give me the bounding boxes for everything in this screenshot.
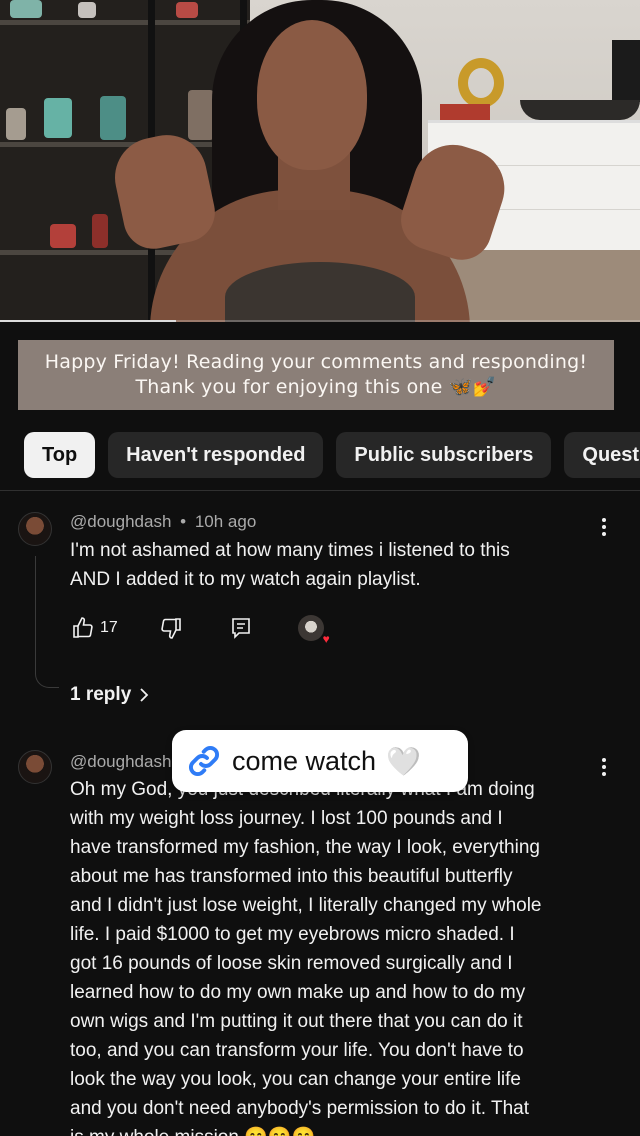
comment-line: learned how to do my own make up and how… bbox=[70, 982, 526, 1003]
gold-vase bbox=[458, 58, 504, 108]
books bbox=[440, 104, 490, 120]
link-icon bbox=[189, 746, 219, 776]
comment-text: Oh my God, you just described literally … bbox=[70, 775, 620, 1136]
banner-line-1: Happy Friday! Reading your comments and … bbox=[44, 351, 588, 373]
comment-text: I'm not ashamed at how many times i list… bbox=[70, 536, 610, 594]
filter-chip-top[interactable]: Top bbox=[24, 432, 96, 478]
video-progress-fill bbox=[0, 320, 176, 322]
more-options-icon[interactable] bbox=[600, 758, 608, 776]
comment-line: about me has transformed into this beaut… bbox=[70, 866, 513, 887]
thumbs-up-icon[interactable] bbox=[70, 615, 96, 641]
thumbs-down-icon[interactable] bbox=[158, 615, 184, 641]
avatar[interactable] bbox=[18, 512, 52, 546]
comment-line: have transformed my fashion, the way I l… bbox=[70, 837, 540, 858]
comment-meta: @doughdash bbox=[70, 752, 171, 772]
view-replies-button[interactable]: 1 reply bbox=[70, 684, 149, 706]
wall-frame bbox=[612, 40, 640, 102]
comment-line: I'm not ashamed at how many times i list… bbox=[70, 540, 510, 561]
comment-author[interactable]: @doughdash bbox=[70, 752, 171, 771]
bowl bbox=[520, 100, 640, 120]
comment-author[interactable]: @doughdash bbox=[70, 512, 171, 531]
like-count: 17 bbox=[100, 619, 118, 636]
come-watch-link-sticker[interactable]: come watch 🤍 bbox=[172, 730, 468, 792]
filter-chip-havent-responded[interactable]: Haven't responded bbox=[108, 432, 324, 478]
meta-separator: • bbox=[180, 512, 187, 531]
comment-line: look the way you look, you can change yo… bbox=[70, 1069, 521, 1090]
filter-chip-questions[interactable]: Quest bbox=[564, 432, 640, 478]
comment-line: AND I added it to my watch again playlis… bbox=[70, 569, 421, 590]
comment-filter-chips: Top Haven't responded Public subscribers… bbox=[24, 432, 640, 478]
comment-line: got 16 pounds of loose skin removed surg… bbox=[70, 953, 513, 974]
comment-line: and I didn't just lose weight, I literal… bbox=[70, 895, 542, 916]
comment-time: 10h ago bbox=[194, 512, 257, 531]
divider bbox=[0, 490, 640, 491]
creator-heart-icon[interactable]: ♥ bbox=[297, 615, 330, 645]
person-face bbox=[257, 20, 367, 170]
thread-connector bbox=[35, 556, 59, 688]
sticker-text: come watch bbox=[232, 745, 377, 776]
white-heart-icon: 🤍 bbox=[386, 745, 422, 777]
comment-actions: 17 ♥ bbox=[70, 614, 330, 645]
avatar[interactable] bbox=[18, 750, 52, 784]
replies-count: 1 reply bbox=[70, 684, 132, 705]
pinned-message-banner: Happy Friday! Reading your comments and … bbox=[18, 340, 614, 410]
comment-line: own wigs and I'm putting it out there th… bbox=[70, 1011, 523, 1032]
video-progress-bar[interactable] bbox=[0, 320, 640, 322]
chevron-right-icon bbox=[140, 688, 149, 702]
video-player[interactable] bbox=[0, 0, 640, 322]
comment-line: with my weight loss journey. I lost 100 … bbox=[70, 808, 503, 829]
comment-line: and you don't need anybody's permission … bbox=[70, 1098, 529, 1119]
more-options-icon[interactable] bbox=[600, 518, 608, 536]
comment-line: too, and you can transform your life. Yo… bbox=[70, 1040, 524, 1061]
banner-line-2: Thank you for enjoying this one 🦋💅 bbox=[135, 376, 497, 398]
filter-chip-public-subscribers[interactable]: Public subscribers bbox=[336, 432, 552, 478]
reply-icon[interactable] bbox=[228, 615, 254, 641]
comment-line: life. I paid $1000 to get my eyebrows mi… bbox=[70, 924, 515, 945]
comment-line: is my whole mission 😊😊😊 bbox=[70, 1123, 620, 1136]
comment-meta: @doughdash • 10h ago bbox=[70, 512, 256, 532]
